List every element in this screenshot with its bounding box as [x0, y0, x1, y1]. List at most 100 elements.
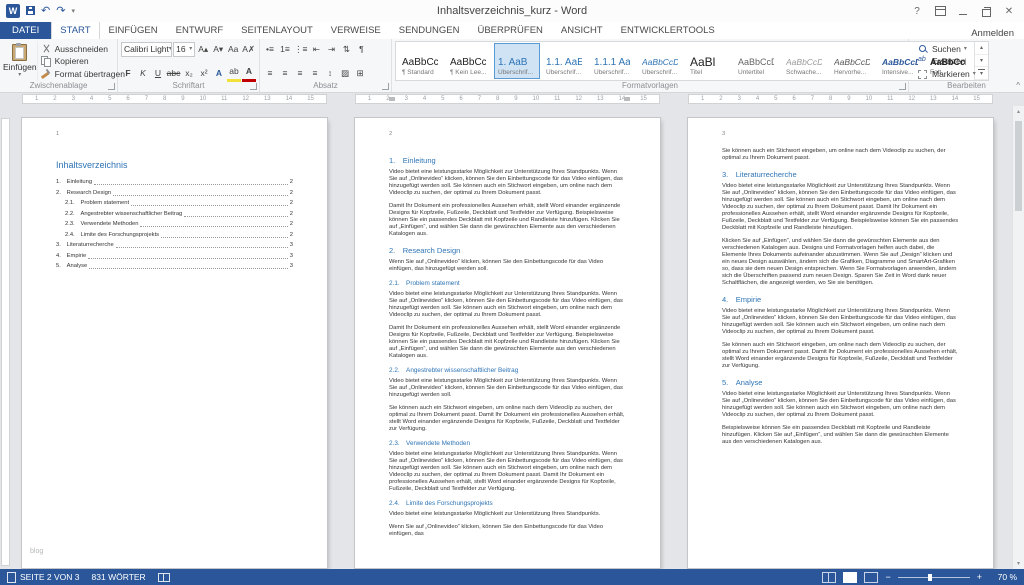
ribbon-tab[interactable]: ENTWICKLERTOOLS — [612, 21, 724, 39]
ribbon-tab[interactable]: SEITENLAYOUT — [232, 21, 322, 39]
page-indicator[interactable]: SEITE 2 VON 3 — [7, 572, 80, 583]
font-color-icon[interactable]: A — [242, 65, 256, 82]
show-paragraph-marks-icon[interactable]: ¶ — [354, 42, 368, 56]
styles-dialog-launcher-icon[interactable] — [899, 83, 906, 90]
italic-icon[interactable]: K — [136, 66, 150, 80]
ribbon-tab[interactable]: SENDUNGEN — [390, 21, 469, 39]
zoom-level[interactable]: 70 % — [989, 572, 1017, 582]
style-card[interactable]: AaBbCcDc ¶ Kein Lee... — [446, 43, 492, 79]
bold-icon[interactable]: F — [121, 66, 135, 80]
style-card[interactable]: AaBbCcDc ¶ Standard — [398, 43, 444, 79]
word-logo-icon: W — [6, 4, 20, 18]
paragraph-dialog-launcher-icon[interactable] — [382, 83, 389, 90]
subscript-icon[interactable]: x₂ — [182, 66, 196, 80]
doc-toc: 2. Research Design2 — [56, 190, 293, 197]
clear-formatting-icon[interactable]: A✗ — [241, 42, 256, 56]
print-layout-button[interactable] — [843, 572, 857, 583]
doc-h2: 2.1. Problem statement — [389, 280, 626, 288]
clipboard-button[interactable]: Format übertragen — [41, 69, 125, 79]
doc-p: Video bietet eine leistungsstarke Möglic… — [722, 183, 959, 232]
style-card[interactable]: AaBbCcDt Schwache... — [782, 43, 828, 79]
align-left-icon[interactable]: ≡ — [263, 66, 277, 80]
grow-font-icon[interactable]: A▴ — [196, 42, 210, 56]
proofing-status[interactable] — [158, 573, 170, 582]
restore-button[interactable] — [976, 3, 996, 19]
web-layout-button[interactable] — [864, 572, 878, 583]
strikethrough-icon[interactable]: abc — [166, 66, 181, 80]
borders-icon[interactable]: ⊞ — [353, 66, 367, 80]
ribbon-tab[interactable]: ÜBERPRÜFEN — [468, 21, 551, 39]
align-center-icon[interactable]: ≡ — [278, 66, 292, 80]
zoom-in-button[interactable]: + — [977, 573, 982, 582]
sort-icon[interactable]: ⇅ — [339, 42, 353, 56]
scrollbar-thumb[interactable] — [1015, 121, 1022, 211]
help-button[interactable]: ? — [907, 3, 927, 19]
save-icon[interactable] — [26, 2, 35, 20]
collapse-ribbon-icon[interactable]: ^ — [1016, 81, 1020, 90]
page-number-header: 3 — [722, 131, 725, 137]
undo-icon[interactable]: ↶ — [41, 6, 50, 17]
justify-icon[interactable]: ≡ — [308, 66, 322, 80]
zoom-slider[interactable] — [898, 577, 970, 578]
shading-icon[interactable]: ▨ — [338, 66, 352, 80]
document-page[interactable]: 21. EinleitungVideo bietet eine leistung… — [355, 118, 660, 568]
clipboard-dialog-launcher-icon[interactable] — [108, 83, 115, 90]
numbering-icon[interactable]: 1≡ — [278, 42, 292, 56]
ribbon-tab[interactable]: EINFÜGEN — [100, 21, 167, 39]
scroll-up-icon[interactable]: ▴ — [1017, 106, 1020, 117]
scroll-down-icon[interactable]: ▾ — [1017, 558, 1020, 569]
line-spacing-icon[interactable]: ↕ — [323, 66, 337, 80]
shrink-font-icon[interactable]: A▾ — [211, 42, 225, 56]
ribbon-tab[interactable]: ENTWURF — [167, 21, 233, 39]
style-card[interactable]: AaBbCcDc Überschrif... — [638, 43, 684, 79]
decrease-indent-icon[interactable]: ⇤ — [309, 42, 323, 56]
horizontal-ruler[interactable]: 123456789101112131415 123456789101112131… — [0, 93, 1024, 106]
vertical-scrollbar[interactable]: ▴ ▾ — [1012, 106, 1024, 569]
style-card[interactable]: 1.1. AaE Überschrif... — [542, 43, 588, 79]
ribbon-tab[interactable]: ANSICHT — [552, 21, 612, 39]
zoom-out-button[interactable]: − — [885, 573, 890, 582]
doc-h1: 5. Analyse — [722, 378, 959, 387]
vertical-ruler[interactable] — [0, 106, 12, 569]
highlight-color-icon[interactable]: ab — [227, 65, 241, 82]
font-size-combo[interactable]: 16 ▾ — [173, 42, 195, 57]
underline-icon[interactable]: U — [151, 66, 165, 80]
bullets-icon[interactable]: •≡ — [263, 42, 277, 56]
document-page[interactable]: 3Sie können auch ein Stichwort eingeben,… — [688, 118, 993, 568]
close-button[interactable]: ✕ — [999, 3, 1019, 19]
document-page[interactable]: 1Inhaltsverzeichnis1. Einleitung22. Rese… — [22, 118, 327, 568]
minimize-button[interactable] — [953, 3, 973, 19]
tab-datei[interactable]: DATEI — [0, 22, 51, 39]
change-case-icon[interactable]: Aa — [226, 42, 240, 56]
style-card[interactable]: AaBbCcDt Hervorhe... — [830, 43, 876, 79]
align-right-icon[interactable]: ≡ — [293, 66, 307, 80]
increase-indent-icon[interactable]: ⇥ — [324, 42, 338, 56]
style-card[interactable]: AaBl Titel — [686, 43, 732, 79]
superscript-icon[interactable]: x² — [197, 66, 211, 80]
clipboard-button[interactable]: Kopieren — [41, 56, 125, 66]
font-name-combo[interactable]: Calibri Light ▾ — [121, 42, 172, 57]
indent-marker-right[interactable] — [624, 97, 630, 101]
editing-button[interactable]: Markieren ▾ — [918, 69, 976, 79]
qat-customize-icon[interactable]: ▾ — [71, 7, 75, 15]
ribbon: Einfügen ▾ Ausschneiden Kopieren — [0, 39, 1024, 93]
clipboard-button[interactable]: Ausschneiden — [41, 44, 125, 54]
sign-in-link[interactable]: Anmelden — [971, 28, 1024, 39]
style-card[interactable]: 1. AaB Überschrif... — [494, 43, 540, 79]
read-mode-button[interactable] — [822, 572, 836, 583]
redo-icon[interactable]: ↷ — [56, 6, 65, 17]
font-dialog-launcher-icon[interactable] — [250, 83, 257, 90]
style-card[interactable]: 1.1.1 Aa Überschrif... — [590, 43, 636, 79]
multilevel-list-icon[interactable]: ⋮≡ — [293, 42, 308, 56]
ribbon-tab[interactable]: VERWEISE — [322, 21, 390, 39]
indent-marker-left[interactable] — [389, 97, 395, 101]
word-count[interactable]: 831 WÖRTER — [92, 572, 146, 582]
paste-button[interactable]: Einfügen ▾ — [3, 41, 38, 81]
editing-button[interactable]: Suchen ▾ — [918, 44, 976, 54]
text-effects-icon[interactable]: A — [212, 66, 226, 80]
ribbon-tab[interactable]: START — [51, 21, 99, 39]
editing-button[interactable]: Ersetzen — [918, 56, 976, 66]
zoom-slider-thumb[interactable] — [928, 574, 932, 581]
ribbon-display-options-button[interactable] — [930, 3, 950, 19]
style-card[interactable]: AaBbCcD Untertitel — [734, 43, 780, 79]
